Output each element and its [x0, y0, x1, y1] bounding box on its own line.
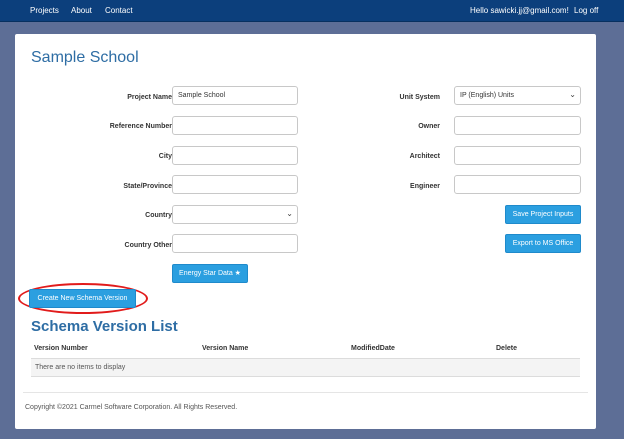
project-name-label: Project Name: [127, 94, 172, 101]
owner-label: Owner: [418, 123, 440, 130]
country-other-label: Country Other: [124, 242, 172, 249]
country-label: Country: [145, 212, 172, 219]
reference-number-label: Reference Number: [109, 123, 172, 130]
energy-star-data-button[interactable]: Energy Star Data ★: [172, 264, 248, 283]
logoff-link[interactable]: Log off: [574, 6, 598, 16]
architect-input[interactable]: [454, 146, 581, 165]
top-navbar: Projects About Contact Hello sawicki.jj@…: [0, 0, 624, 22]
table-empty-row: There are no items to display: [31, 359, 580, 377]
column-header-version-number: Version Number: [34, 345, 88, 352]
country-select[interactable]: ⌄: [172, 205, 298, 224]
column-header-modified-date: ModifiedDate: [351, 345, 395, 352]
column-header-version-name: Version Name: [202, 345, 249, 352]
engineer-input[interactable]: [454, 175, 581, 194]
schema-version-list-title: Schema Version List: [31, 318, 178, 335]
footer-copyright: Copyright ©2021 Carmel Software Corporat…: [25, 404, 238, 411]
column-header-delete: Delete: [496, 345, 518, 352]
country-other-input[interactable]: [172, 234, 298, 253]
state-province-input[interactable]: [172, 175, 298, 194]
engineer-label: Engineer: [410, 183, 440, 190]
chevron-down-icon: ⌄: [569, 90, 576, 99]
create-schema-version-button[interactable]: Create New Schema Version: [29, 289, 136, 308]
city-input[interactable]: [172, 146, 298, 165]
export-ms-office-button[interactable]: Export to MS Office: [505, 234, 581, 253]
unit-system-select-value: IP (English) Units: [460, 92, 514, 99]
nav-about-link[interactable]: About: [71, 6, 92, 16]
unit-system-label: Unit System: [399, 94, 440, 101]
architect-label: Architect: [409, 153, 440, 160]
unit-system-select[interactable]: IP (English) Units ⌄: [454, 86, 581, 105]
save-project-inputs-button[interactable]: Save Project Inputs: [505, 205, 581, 224]
nav-projects-link[interactable]: Projects: [30, 6, 59, 16]
state-province-label: State/Province: [123, 183, 172, 190]
chevron-down-icon: ⌄: [286, 209, 293, 218]
project-name-input[interactable]: Sample School: [172, 86, 298, 105]
footer-divider: [23, 392, 588, 393]
nav-contact-link[interactable]: Contact: [105, 6, 133, 16]
project-card: Sample School Project Name Sample School…: [15, 34, 596, 429]
user-greeting-link[interactable]: Hello sawicki.jj@gmail.com!: [470, 6, 569, 16]
empty-table-message: There are no items to display: [35, 364, 126, 371]
page-title: Sample School: [31, 49, 139, 66]
reference-number-input[interactable]: [172, 116, 298, 135]
owner-input[interactable]: [454, 116, 581, 135]
city-label: City: [158, 153, 172, 160]
